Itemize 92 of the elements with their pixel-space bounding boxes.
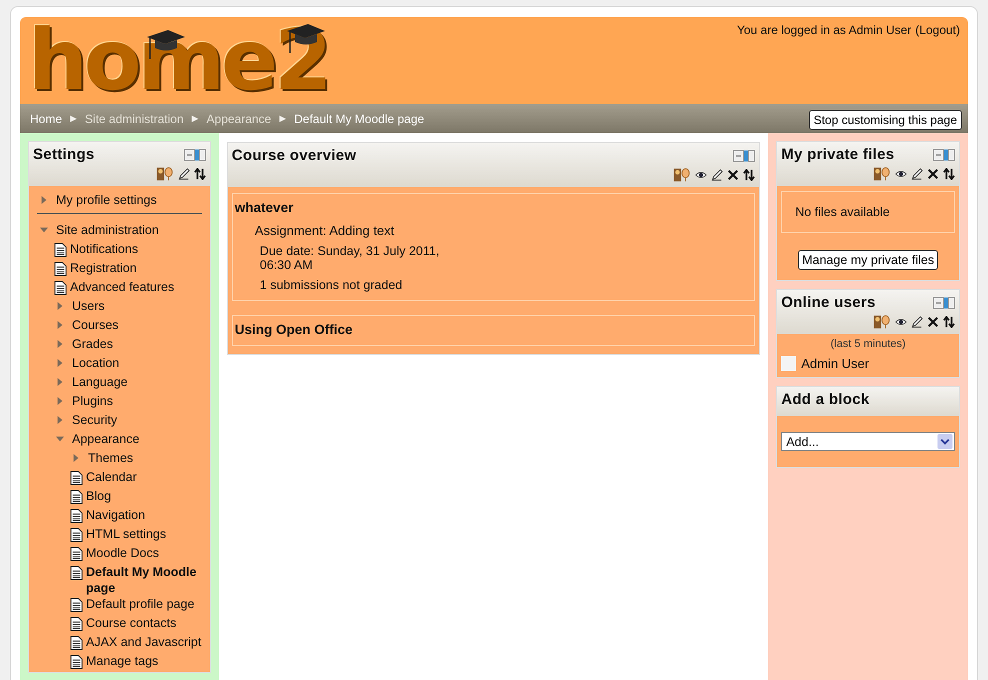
time-period: (last 5 minutes) (830, 338, 907, 350)
course-link[interactable]: Using Open Office (234, 322, 752, 337)
user-link[interactable]: Admin User (801, 356, 870, 371)
document-icon (54, 242, 67, 258)
login-info: You are logged in as Admin User (736, 23, 912, 37)
settings-tree-item[interactable]: Courses (72, 317, 119, 333)
assignment-link[interactable]: Assignment: Adding text (254, 223, 752, 238)
settings-tree-item[interactable]: AJAX and Javascript (86, 634, 202, 650)
collapsed-arrow-icon[interactable] (56, 339, 64, 349)
move-arrows-icon[interactable] (743, 168, 756, 180)
settings-tree-item[interactable]: Site administration (56, 222, 159, 238)
breadcrumb-separator: ► (277, 112, 288, 124)
settings-tree-item[interactable]: Moodle Docs (86, 545, 159, 561)
settings-tree-item[interactable]: Grades (72, 336, 113, 352)
manage-files-button[interactable]: Manage my private files (798, 250, 938, 270)
due-date: Due date: Sunday, 31 July 2011, 06:30 AM (260, 244, 440, 272)
document-icon (70, 527, 83, 543)
settings-tree-item[interactable]: Course contacts (86, 615, 176, 631)
settings-tree-item[interactable]: Security (72, 412, 118, 428)
settings-tree-item[interactable]: Advanced features (70, 279, 174, 295)
settings-tree-item[interactable]: Notifications (70, 241, 138, 257)
document-icon (70, 654, 83, 670)
collapsed-arrow-icon[interactable] (56, 396, 64, 406)
close-icon[interactable] (727, 168, 740, 180)
block-title: Settings (33, 146, 95, 163)
pencil-icon[interactable] (911, 168, 923, 180)
graduation-cap-icon (146, 27, 186, 61)
breadcrumb-link[interactable]: Default My Moodle page (294, 112, 424, 126)
stop-customising-button[interactable]: Stop customising this page (808, 110, 962, 130)
pencil-icon[interactable] (911, 316, 923, 328)
empty-files-message: No files available (781, 191, 955, 233)
collapsed-arrow-icon[interactable] (40, 195, 48, 205)
document-icon (54, 261, 67, 277)
settings-tree-item[interactable]: Manage tags (86, 653, 158, 669)
dock-icon[interactable] (733, 150, 756, 162)
document-icon (70, 508, 83, 524)
block-title: Course overview (232, 147, 356, 164)
settings-tree-item[interactable]: Default My Moodle page (86, 564, 206, 596)
settings-tree-item[interactable]: Registration (70, 260, 137, 276)
people-icon[interactable] (156, 166, 174, 182)
move-arrows-icon[interactable] (943, 168, 955, 180)
document-icon (70, 565, 83, 581)
pencil-icon[interactable] (178, 168, 190, 180)
logout-link[interactable]: (Logout) (915, 23, 960, 37)
settings-tree-item[interactable]: Plugins (72, 393, 113, 409)
chevron-down-icon (937, 434, 953, 449)
pencil-icon[interactable] (711, 168, 724, 180)
people-icon[interactable] (873, 314, 891, 330)
block-title: My private files (781, 146, 894, 163)
document-icon (70, 597, 83, 613)
collapsed-arrow-icon[interactable] (72, 453, 80, 463)
people-icon[interactable] (873, 166, 891, 182)
settings-tree-item[interactable]: Location (72, 355, 120, 371)
settings-tree-item[interactable]: Themes (88, 450, 134, 466)
settings-tree-item[interactable]: Language (72, 374, 128, 390)
document-icon (54, 280, 67, 296)
expanded-arrow-icon[interactable] (56, 434, 64, 444)
settings-tree-item[interactable]: My profile settings (56, 192, 157, 208)
settings-tree-item[interactable]: Calendar (86, 469, 137, 485)
submission-status: 1 submissions not graded (260, 278, 404, 292)
collapsed-arrow-icon[interactable] (56, 358, 64, 368)
dock-icon[interactable] (933, 296, 955, 308)
expanded-arrow-icon[interactable] (40, 225, 48, 235)
settings-tree-item[interactable]: Default profile page (86, 596, 194, 612)
dock-icon[interactable] (184, 148, 206, 160)
close-icon[interactable] (927, 316, 939, 328)
document-icon (70, 635, 83, 651)
document-icon (70, 470, 83, 486)
add-block-dropdown[interactable]: Add... (781, 432, 955, 451)
block-title: Add a block (781, 391, 870, 408)
document-icon (70, 489, 83, 505)
move-arrows-icon[interactable] (943, 316, 955, 328)
course-link[interactable]: whatever (234, 200, 752, 215)
document-icon (70, 616, 83, 632)
collapsed-arrow-icon[interactable] (56, 415, 64, 425)
move-arrows-icon[interactable] (194, 168, 206, 180)
breadcrumb-separator: ► (68, 112, 79, 124)
document-icon (70, 546, 83, 562)
breadcrumb-separator: ► (190, 112, 201, 124)
settings-tree-item[interactable]: Navigation (86, 507, 146, 523)
avatar-icon (781, 356, 796, 371)
collapsed-arrow-icon[interactable] (56, 320, 64, 330)
collapsed-arrow-icon[interactable] (56, 377, 64, 387)
settings-tree-item[interactable]: Users (72, 298, 105, 314)
settings-tree-item[interactable]: HTML settings (86, 526, 166, 542)
dock-icon[interactable] (933, 148, 955, 160)
close-icon[interactable] (927, 168, 939, 180)
settings-tree-item[interactable]: Blog (86, 488, 112, 504)
settings-tree-item[interactable]: Appearance (72, 431, 140, 447)
block-title: Online users (781, 294, 876, 311)
people-icon[interactable] (673, 166, 692, 182)
collapsed-arrow-icon[interactable] (56, 301, 64, 311)
